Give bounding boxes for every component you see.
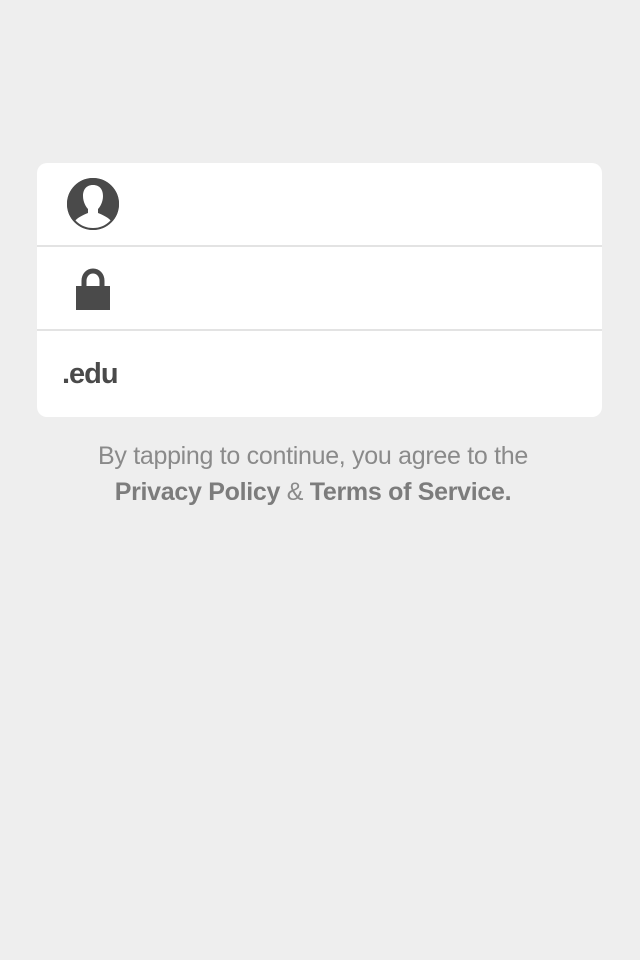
password-row[interactable] — [37, 247, 602, 331]
user-icon — [66, 177, 120, 231]
legal-prefix: By tapping to continue, you agree to the — [98, 442, 528, 470]
terms-of-service-link[interactable]: Terms of Service — [310, 478, 505, 506]
domain-row[interactable]: .edu — [37, 331, 602, 417]
username-input[interactable] — [135, 163, 582, 245]
legal-links-line: Privacy Policy & Terms of Service. — [0, 474, 626, 510]
legal-ampersand: & — [286, 478, 304, 506]
legal-suffix: . — [504, 478, 512, 506]
username-row[interactable] — [37, 163, 602, 247]
privacy-policy-link[interactable]: Privacy Policy — [115, 478, 281, 506]
login-screen: { "form": { "username_placeholder": "", … — [0, 0, 640, 960]
legal-notice: By tapping to continue, you agree to the… — [0, 438, 626, 510]
domain-input[interactable] — [167, 331, 582, 417]
login-card: .edu — [37, 163, 602, 417]
password-input[interactable] — [135, 247, 582, 329]
domain-label: .edu — [62, 357, 119, 390]
padlock-icon — [66, 261, 120, 315]
